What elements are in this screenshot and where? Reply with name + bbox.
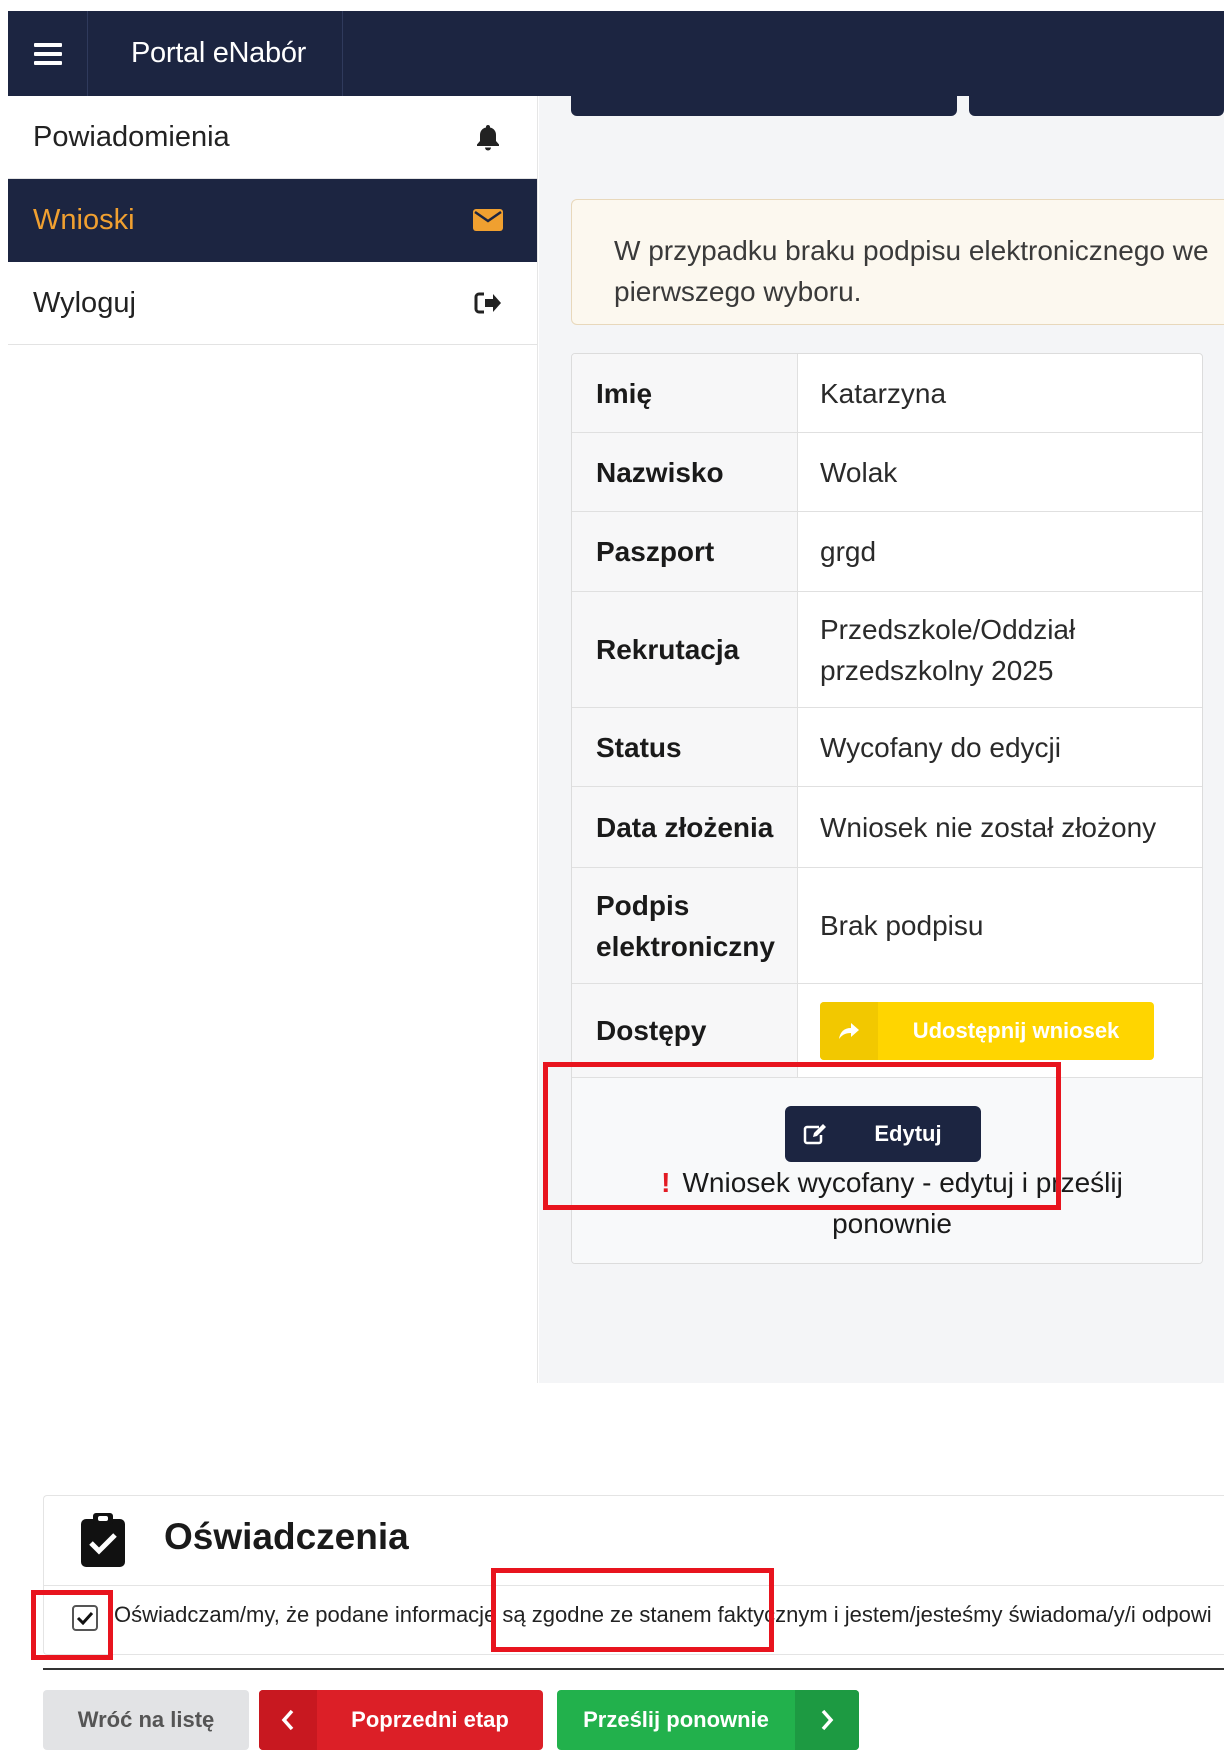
row-label: Podpis elektroniczny <box>572 868 798 983</box>
brand-title[interactable]: Portal eNabór <box>88 11 343 96</box>
envelope-icon <box>473 205 503 235</box>
top-navbar: Portal eNabór <box>8 11 1224 96</box>
declarations-screen: Oświadczenia Oświadczam/my, że podane in… <box>0 1463 1224 1763</box>
sidebar-item-label: Powiadomienia <box>33 120 230 153</box>
row-label: Rekrutacja <box>572 592 798 707</box>
sidebar-item-wnioski[interactable]: Wnioski <box>8 179 537 262</box>
main-content: W przypadku braku podpisu elektroniczneg… <box>539 96 1224 1383</box>
previous-step-button[interactable]: Poprzedni etap <box>259 1690 543 1750</box>
withdrawn-message-text: ponownie <box>832 1208 952 1239</box>
resend-label: Prześlij ponownie <box>583 1707 769 1732</box>
highlight-box <box>31 1590 113 1660</box>
sign-out-icon <box>473 288 503 318</box>
table-row: Nazwisko Wolak <box>572 433 1202 512</box>
sidebar-item-wyloguj[interactable]: Wyloguj <box>8 262 537 345</box>
menu-toggle-button[interactable] <box>8 11 88 96</box>
row-label-line: Podpis <box>596 889 690 921</box>
row-label: Paszport <box>572 512 798 591</box>
row-value-line: Przedszkole/Oddział <box>820 613 1076 645</box>
table-row: Paszport grgd <box>572 512 1202 592</box>
chevron-left-icon <box>259 1690 317 1750</box>
row-label: Nazwisko <box>572 433 798 511</box>
sidebar-item-powiadomienia[interactable]: Powiadomienia <box>8 96 537 179</box>
tab-stub[interactable] <box>969 96 1224 116</box>
share-icon <box>820 1001 878 1060</box>
footer-buttons: Wróć na listę Poprzedni etap Prześlij po… <box>43 1668 1224 1750</box>
hamburger-icon <box>33 42 62 65</box>
previous-step-label: Poprzedni etap <box>351 1707 509 1732</box>
row-label: Data złożenia <box>572 787 798 867</box>
application-screen: Portal eNabór Powiadomienia Wnioski Wylo… <box>8 11 1224 1383</box>
clipboard-check-icon <box>79 1511 127 1569</box>
table-row: Imię Katarzyna <box>572 354 1202 433</box>
table-row: Podpis elektroniczny Brak podpisu <box>572 868 1202 984</box>
highlight-box <box>543 1062 1061 1210</box>
share-application-button[interactable]: Udostępnij wniosek <box>820 1001 1154 1060</box>
declarations-title: Oświadczenia <box>164 1516 409 1557</box>
sidebar: Powiadomienia Wnioski Wyloguj <box>8 96 538 1383</box>
row-value: Wycofany do edycji <box>820 731 1061 763</box>
bell-icon <box>473 122 503 152</box>
sidebar-item-label: Wyloguj <box>33 286 136 319</box>
info-alert: W przypadku braku podpisu elektroniczneg… <box>571 199 1224 325</box>
row-label: Imię <box>572 354 798 432</box>
row-label-line: elektroniczny <box>596 930 775 962</box>
alert-text: pierwszego wyboru. <box>614 276 862 307</box>
row-value: Katarzyna <box>820 377 947 409</box>
back-to-list-button[interactable]: Wróć na listę <box>43 1690 249 1750</box>
table-row: Status Wycofany do edycji <box>572 708 1202 787</box>
row-value: Brak podpisu <box>820 910 984 941</box>
tab-stub[interactable] <box>571 96 957 116</box>
alert-text: W przypadku braku podpisu elektroniczneg… <box>614 235 1209 266</box>
sidebar-item-label: Wnioski <box>33 203 135 236</box>
highlight-box <box>491 1568 774 1652</box>
chevron-right-icon <box>795 1690 859 1750</box>
row-value: Wniosek nie został złożony <box>820 811 1157 843</box>
row-value: Przedszkole/Oddział przedszkolny 2025 <box>798 592 1202 707</box>
share-button-label: Udostępnij wniosek <box>912 1018 1120 1043</box>
row-value-line: przedszkolny 2025 <box>820 654 1054 686</box>
table-row: Data złożenia Wniosek nie został złożony <box>572 787 1202 868</box>
table-row: Rekrutacja Przedszkole/Oddział przedszko… <box>572 592 1202 708</box>
row-value: grgd <box>820 536 877 567</box>
row-value: Wolak <box>820 456 898 488</box>
resend-button[interactable]: Prześlij ponownie <box>557 1690 859 1750</box>
row-label: Status <box>572 708 798 786</box>
